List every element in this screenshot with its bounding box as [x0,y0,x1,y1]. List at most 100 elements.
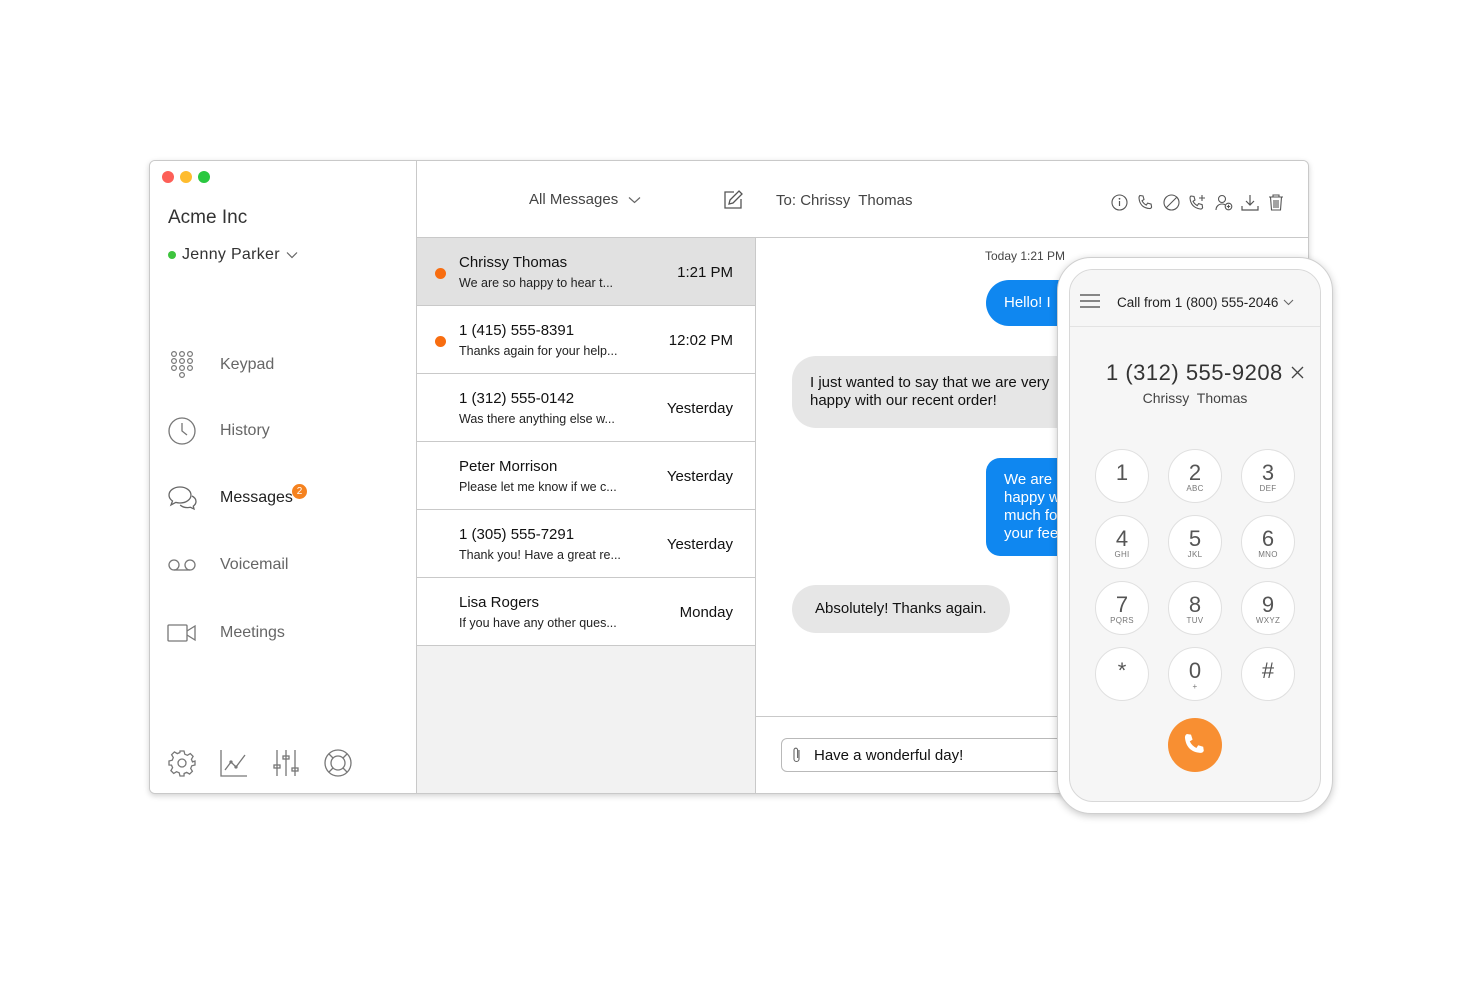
block-icon[interactable] [1162,193,1181,212]
unread-indicator [435,336,446,347]
conversation-time: Yesterday [666,536,733,553]
caller-id-dropdown[interactable]: Call from 1 (800) 555-2046 [1117,295,1294,310]
maximize-window-button[interactable] [198,171,210,183]
dialed-contact-name: Chrissy Thomas [1142,390,1248,406]
conversation-time: 1:21 PM [677,264,733,281]
main-toolbar: All Messages To: Chrissy Thomas [417,161,1308,238]
key-letters: TUV [1186,616,1204,625]
key-digit: 5 [1188,526,1202,551]
incoming-message: Absolutely! Thanks again. [792,585,1010,633]
chart-icon[interactable] [218,747,250,779]
chevron-down-icon [286,252,298,259]
conversation-time: Monday [679,604,733,621]
sidebar-item-keypad[interactable]: Keypad [166,349,274,381]
key-letters: GHI [1114,550,1130,559]
key-digit: 8 [1188,592,1202,617]
user-status-dropdown[interactable]: Jenny Parker [168,246,298,264]
key-letters: MNO [1258,550,1278,559]
conversation-name: 1 (312) 555-0142 [459,390,575,407]
conversation-item[interactable]: 1 (312) 555-0142 Was there anything else… [417,374,755,442]
conversation-name: Chrissy Thomas [459,254,568,271]
keypad-key-star[interactable]: * [1095,647,1149,701]
sidebar-item-history[interactable]: History [166,415,270,447]
conversation-name: Lisa Rogers [459,594,540,611]
keypad-key-4[interactable]: 4 GHI [1095,515,1149,569]
sidebar-item-label: Keypad [220,356,275,373]
download-icon[interactable] [1240,193,1259,212]
key-letters: DEF [1259,484,1277,493]
sidebar-item-voicemail[interactable]: Voicemail [166,549,288,581]
message-input[interactable] [812,745,1086,765]
sliders-icon[interactable] [270,747,302,779]
recipient-name: Chrissy Thomas [800,192,913,209]
call-from-label: Call from 1 (800) 555-2046 [1117,295,1279,310]
sidebar-item-label: History [220,422,270,439]
close-icon[interactable] [1291,366,1304,384]
key-digit: 0 [1188,658,1202,683]
call-add-icon[interactable] [1188,193,1207,212]
key-letters: WXYZ [1255,616,1281,625]
conversation-list: Chrissy Thomas We are so happy to hear t… [417,238,756,793]
sidebar-item-meetings[interactable]: Meetings [166,617,285,649]
add-contact-icon[interactable] [1214,193,1233,212]
conversation-time: Yesterday [666,400,733,417]
voicemail-icon [166,549,198,581]
softphone-device: Call from 1 (800) 555-2046 1 (312) 555-9… [1057,257,1333,814]
unread-indicator [435,268,446,279]
phone-icon[interactable] [1136,193,1155,212]
sidebar-bottom-toolbar [166,747,354,779]
keypad-key-2[interactable]: 2 ABC [1168,449,1222,503]
recipient-field[interactable]: To: Chrissy Thomas [776,192,912,209]
conversation-item[interactable]: Lisa Rogers If you have any other ques..… [417,578,755,646]
keypad-icon [166,349,198,381]
key-letters: ABC [1186,484,1204,493]
key-digit: 7 [1115,592,1129,617]
keypad-key-0[interactable]: 0 + [1168,647,1222,701]
thread-timestamp: Today 1:21 PM [985,249,1066,263]
lifebuoy-icon[interactable] [322,747,354,779]
conversation-item[interactable]: 1 (415) 555-8391 Thanks again for your h… [417,306,755,374]
key-digit: 1 [1115,460,1129,485]
trash-icon[interactable] [1266,193,1285,212]
key-letters: PQRS [1110,616,1134,625]
keypad-key-1[interactable]: 1 [1095,449,1149,503]
online-status-dot [168,251,176,259]
keypad-key-8[interactable]: 8 TUV [1168,581,1222,635]
window-controls [162,171,210,183]
keypad-key-5[interactable]: 5 JKL [1168,515,1222,569]
keypad-key-9[interactable]: 9 WXYZ [1241,581,1295,635]
keypad-key-hash[interactable]: # [1241,647,1295,701]
key-digit: 6 [1261,526,1275,551]
sidebar-item-messages[interactable]: Messages 2 [166,482,307,514]
conversation-name: 1 (415) 555-8391 [459,322,575,339]
conversation-preview: Please let me know if we c... [459,480,617,494]
message-line: I just wanted to say that we are very [810,374,1050,391]
paperclip-icon[interactable] [782,746,812,764]
clock-icon [166,415,198,447]
key-digit: # [1261,658,1275,683]
company-name: Acme Inc [168,207,248,228]
phone-icon [1184,734,1204,753]
close-window-button[interactable] [162,171,174,183]
key-digit: 4 [1115,526,1129,551]
message-line: happy with our recent order! [810,392,997,409]
compose-icon[interactable] [722,189,744,216]
gear-icon[interactable] [166,747,198,779]
minimize-window-button[interactable] [180,171,192,183]
keypad-key-6[interactable]: 6 MNO [1241,515,1295,569]
chat-bubbles-icon [166,482,198,514]
conversation-item[interactable]: Peter Morrison Please let me know if we … [417,442,755,510]
call-button[interactable] [1168,718,1222,772]
conversation-actions [1110,193,1285,212]
message-filter-dropdown[interactable]: All Messages [529,191,641,208]
key-digit: 2 [1188,460,1202,485]
sidebar: Acme Inc Jenny Parker Keypad History Mes… [150,161,417,793]
info-icon[interactable] [1110,193,1129,212]
hamburger-menu-icon[interactable] [1080,294,1100,313]
keypad-key-3[interactable]: 3 DEF [1241,449,1295,503]
conversation-item[interactable]: 1 (305) 555-7291 Thank you! Have a great… [417,510,755,578]
sidebar-item-label: Messages [220,489,293,506]
to-label: To: [776,192,797,209]
conversation-item[interactable]: Chrissy Thomas We are so happy to hear t… [417,238,755,306]
keypad-key-7[interactable]: 7 PQRS [1095,581,1149,635]
